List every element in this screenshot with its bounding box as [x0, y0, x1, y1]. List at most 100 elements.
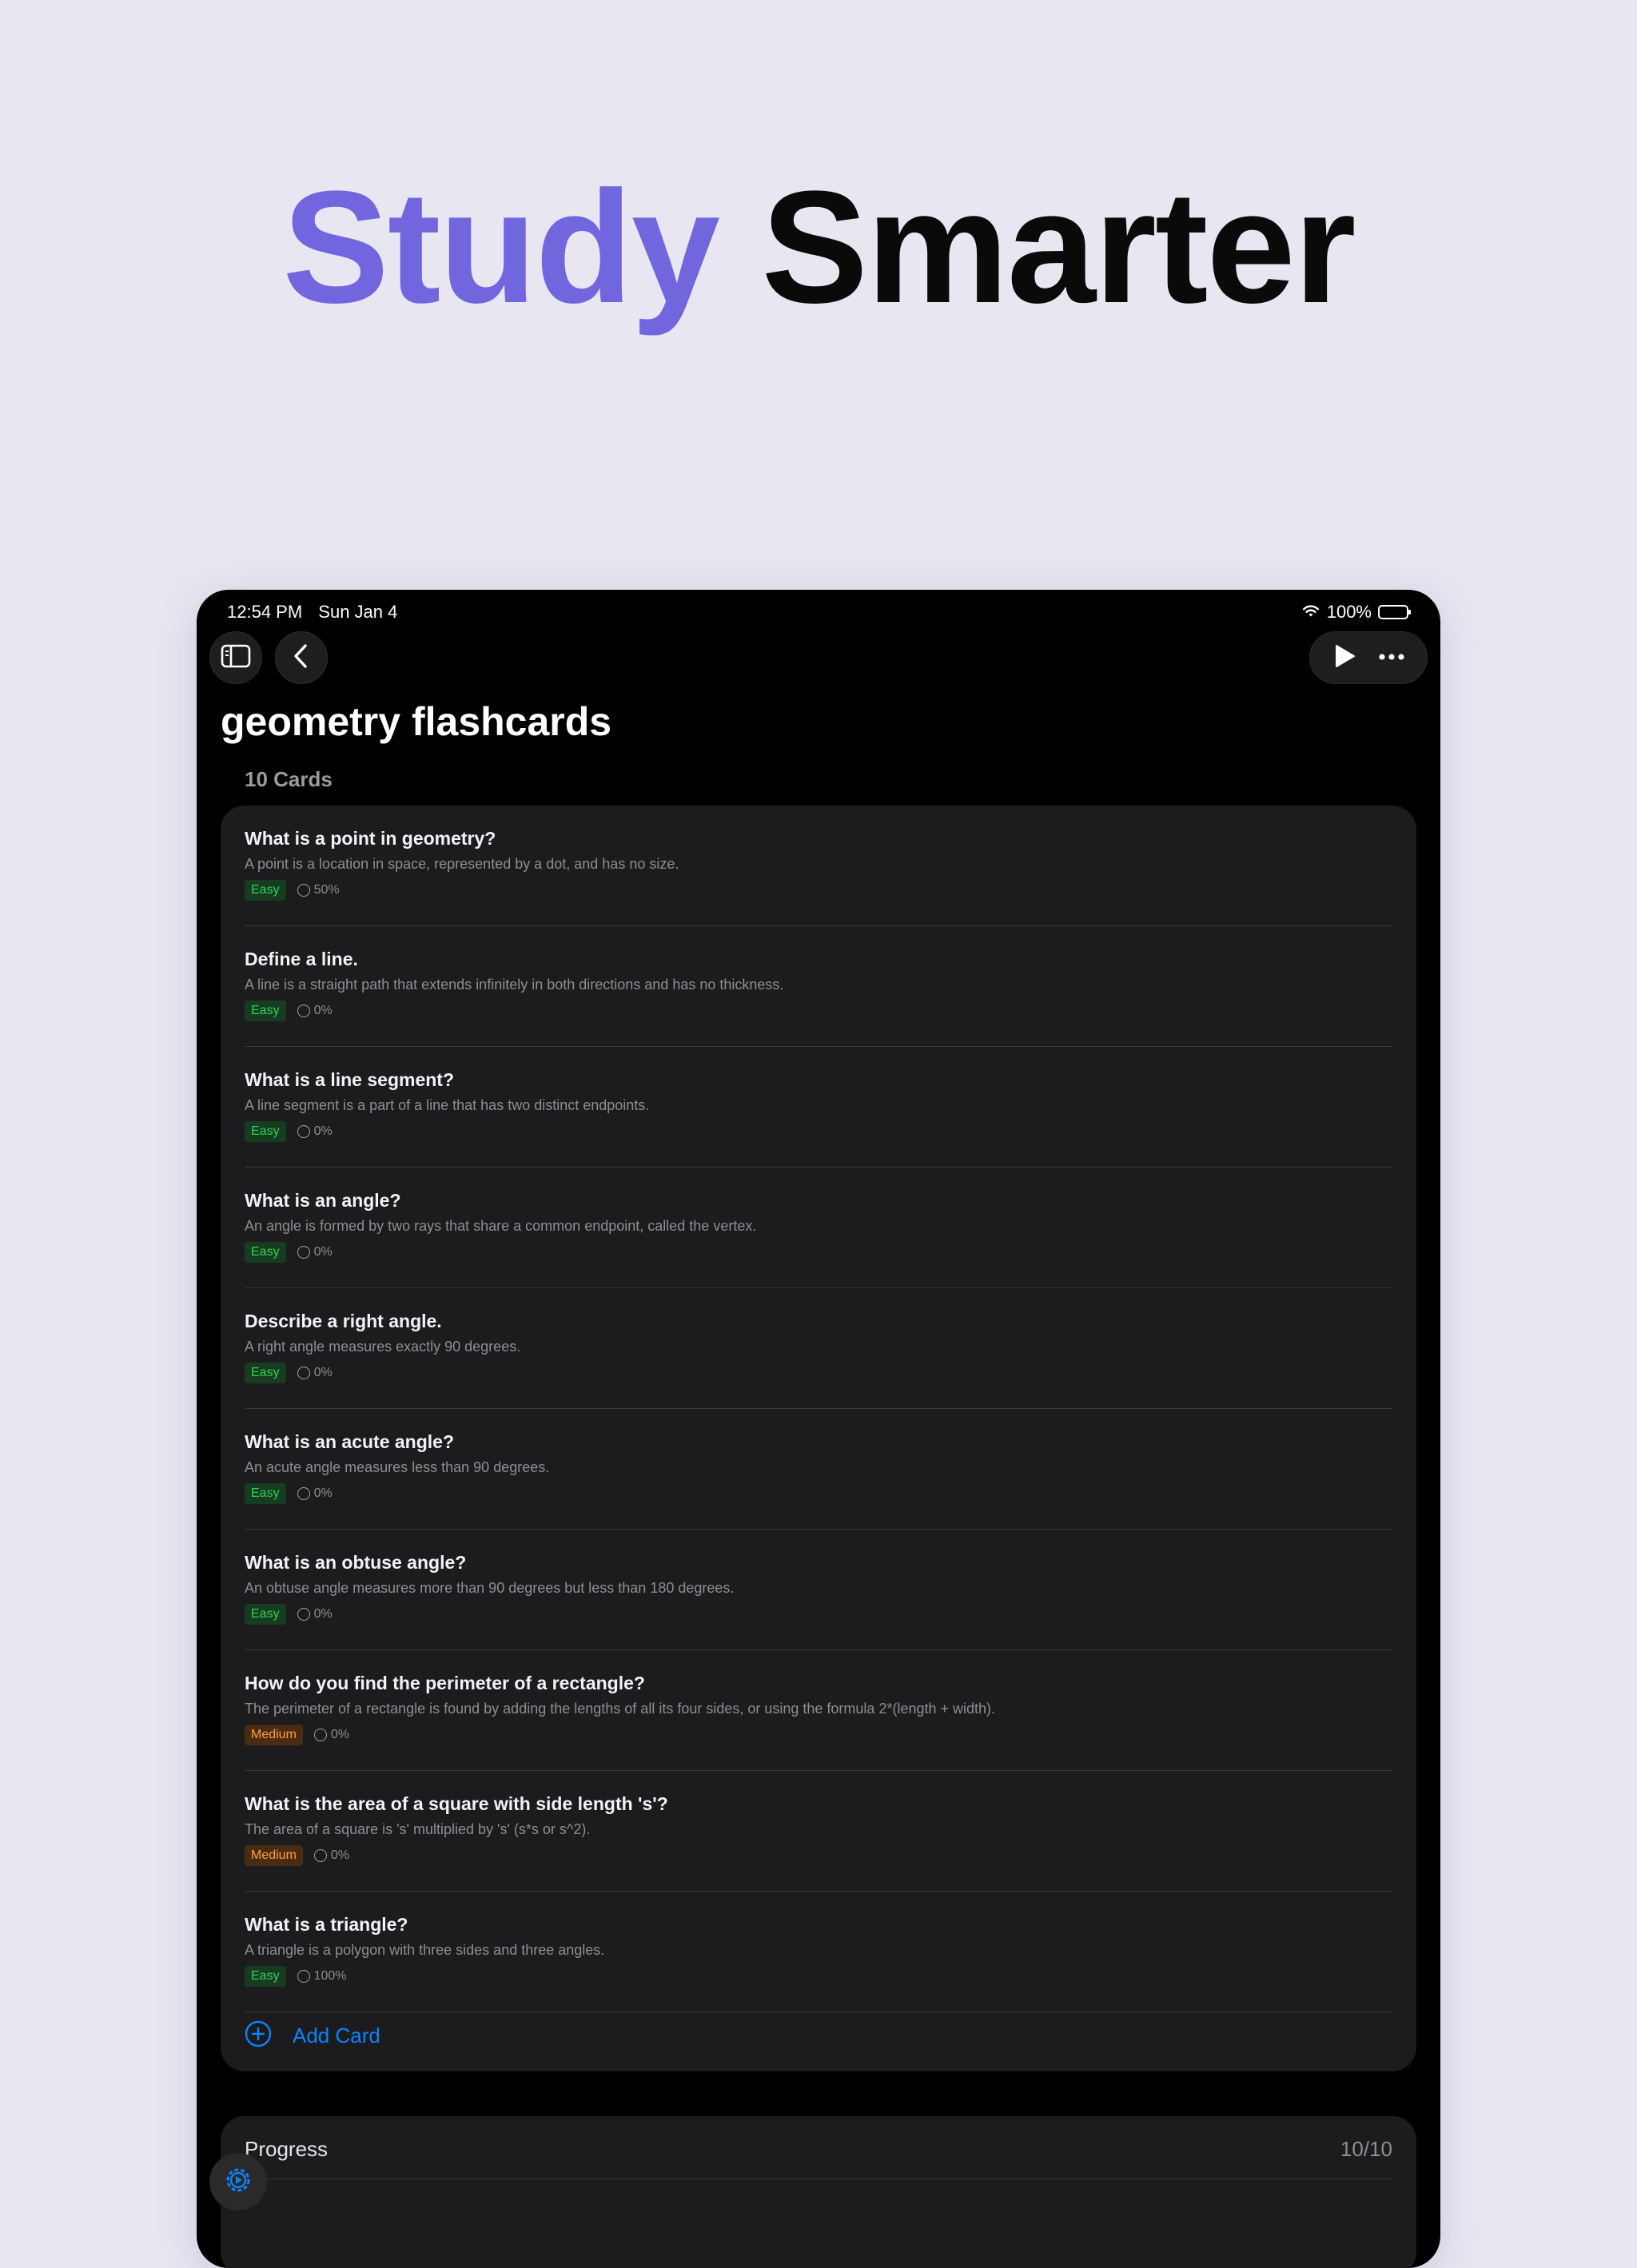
card-answer: An angle is formed by two rays that shar…	[245, 1218, 757, 1234]
progress-ring-icon	[313, 1849, 327, 1862]
card-row[interactable]: What is an angle? An angle is formed by t…	[245, 1168, 1392, 1288]
card-progress: 0%	[313, 1728, 350, 1742]
status-date: Sun Jan 4	[318, 602, 398, 622]
plus-circle-icon	[245, 2020, 272, 2051]
card-answer: An obtuse angle measures more than 90 de…	[245, 1580, 735, 1596]
progress-ring-icon	[297, 1367, 310, 1379]
progress-value: 10/10	[1340, 2137, 1392, 2161]
card-row[interactable]: What is the area of a square with side l…	[245, 1771, 1392, 1892]
card-answer: The perimeter of a rectangle is found by…	[245, 1701, 996, 1717]
card-answer: A line is a straight path that extends i…	[245, 977, 784, 993]
card-meta: Easy 0%	[245, 1241, 333, 1263]
progress-ring-icon	[297, 1246, 310, 1259]
card-row[interactable]: Define a line. A line is a straight path …	[245, 926, 1392, 1047]
status-time: 12:54 PM	[227, 602, 303, 622]
progress-ring-icon	[313, 1729, 327, 1741]
difficulty-badge: Medium	[245, 1725, 303, 1745]
card-answer: An acute angle measures less than 90 deg…	[245, 1459, 550, 1475]
actions-pill	[1309, 631, 1428, 684]
card-meta: Easy 0%	[245, 1603, 333, 1625]
headline-word-study: Study	[282, 158, 720, 336]
card-progress: 0%	[297, 1366, 333, 1380]
add-card-label: Add Card	[293, 2023, 380, 2047]
card-progress-value: 0%	[313, 1366, 333, 1379]
card-progress-value: 0%	[313, 1004, 333, 1017]
card-answer: A line segment is a part of a line that …	[245, 1097, 650, 1113]
difficulty-badge: Medium	[245, 1845, 303, 1866]
play-button[interactable]	[1332, 643, 1356, 673]
headline-word-smarter: Smarter	[761, 158, 1356, 336]
card-meta: Easy 50%	[245, 879, 340, 901]
card-answer: A point is a location in space, represen…	[245, 856, 679, 872]
card-answer: A triangle is a polygon with three sides…	[245, 1942, 605, 1958]
progress-ring-icon	[297, 1970, 310, 1983]
divider	[245, 2178, 1392, 2179]
gear-icon	[222, 2164, 254, 2200]
card-list: What is a point in geometry? A point is a…	[221, 806, 1416, 2071]
card-meta: Medium 0%	[245, 1844, 349, 1867]
card-progress-value: 0%	[330, 1728, 350, 1741]
card-question: What is a point in geometry?	[245, 828, 496, 849]
card-progress-value: 100%	[313, 1969, 347, 1983]
difficulty-badge: Easy	[245, 1121, 286, 1142]
card-question: What is an angle?	[245, 1190, 401, 1211]
settings-fab[interactable]	[209, 2153, 267, 2210]
difficulty-badge: Easy	[245, 1001, 286, 1021]
card-question: What is a triangle?	[245, 1914, 408, 1935]
card-row[interactable]: What is a triangle? A triangle is a polyg…	[245, 1892, 1392, 2012]
card-question: How do you find the perimeter of a recta…	[245, 1673, 645, 1693]
card-meta: Easy 0%	[245, 1482, 333, 1505]
card-answer: The area of a square is 's' multiplied b…	[245, 1821, 591, 1837]
card-progress-value: 0%	[330, 1848, 350, 1862]
card-meta: Medium 0%	[245, 1724, 349, 1746]
progress-section[interactable]: Progress 10/10	[221, 2116, 1416, 2268]
card-question: What is the area of a square with side l…	[245, 1793, 668, 1814]
deck-title: geometry flashcards	[221, 699, 612, 744]
card-question: What is a line segment?	[245, 1069, 454, 1090]
add-card-button[interactable]: Add Card	[245, 2015, 380, 2055]
card-row[interactable]: What is a point in geometry? A point is a…	[245, 806, 1392, 926]
wifi-icon	[1301, 602, 1320, 623]
card-answer: A right angle measures exactly 90 degree…	[245, 1339, 521, 1355]
ipad-screen: 12:54 PM Sun Jan 4 100% geometry flashca…	[197, 590, 1440, 2268]
difficulty-badge: Easy	[245, 1604, 286, 1625]
card-progress-value: 0%	[313, 1607, 333, 1621]
card-row[interactable]: Describe a right angle. A right angle mea…	[245, 1288, 1392, 1409]
status-bar: 12:54 PM Sun Jan 4 100%	[227, 596, 1411, 628]
card-row[interactable]: What is an obtuse angle? An obtuse angle …	[245, 1530, 1392, 1650]
card-question: Define a line.	[245, 949, 358, 969]
card-meta: Easy 0%	[245, 1362, 333, 1384]
card-progress: 0%	[297, 1245, 333, 1259]
progress-ring-icon	[297, 1608, 310, 1621]
progress-ring-icon	[297, 1005, 310, 1017]
card-progress: 0%	[297, 1486, 333, 1501]
card-progress-value: 0%	[313, 1124, 333, 1138]
more-button[interactable]	[1378, 651, 1405, 665]
card-progress: 50%	[297, 883, 340, 897]
progress-ring-icon	[297, 1487, 310, 1500]
card-meta: Easy 0%	[245, 1000, 333, 1022]
difficulty-badge: Easy	[245, 1966, 286, 1987]
sidebar-icon	[221, 644, 251, 672]
play-icon	[1332, 644, 1356, 672]
card-row[interactable]: What is a line segment? A line segment is…	[245, 1047, 1392, 1168]
progress-ring-icon	[297, 1125, 310, 1138]
card-row[interactable]: How do you find the perimeter of a recta…	[245, 1650, 1392, 1771]
battery-percent: 100%	[1326, 602, 1372, 622]
chevron-left-icon	[293, 643, 310, 673]
sidebar-toggle-button[interactable]	[209, 631, 262, 684]
ellipsis-icon	[1378, 651, 1405, 664]
battery-icon	[1378, 605, 1411, 619]
card-meta: Easy 0%	[245, 1120, 333, 1143]
card-progress: 0%	[297, 1124, 333, 1139]
card-progress: 100%	[297, 1969, 347, 1984]
card-progress: 0%	[313, 1848, 350, 1863]
back-button[interactable]	[275, 631, 328, 684]
progress-label: Progress	[245, 2137, 329, 2161]
card-question: What is an obtuse angle?	[245, 1552, 467, 1573]
card-row[interactable]: What is an acute angle? An acute angle me…	[245, 1409, 1392, 1530]
card-count: 10 Cards	[245, 767, 333, 791]
toolbar	[209, 631, 1428, 684]
card-progress: 0%	[297, 1607, 333, 1621]
card-progress-value: 50%	[313, 883, 340, 897]
